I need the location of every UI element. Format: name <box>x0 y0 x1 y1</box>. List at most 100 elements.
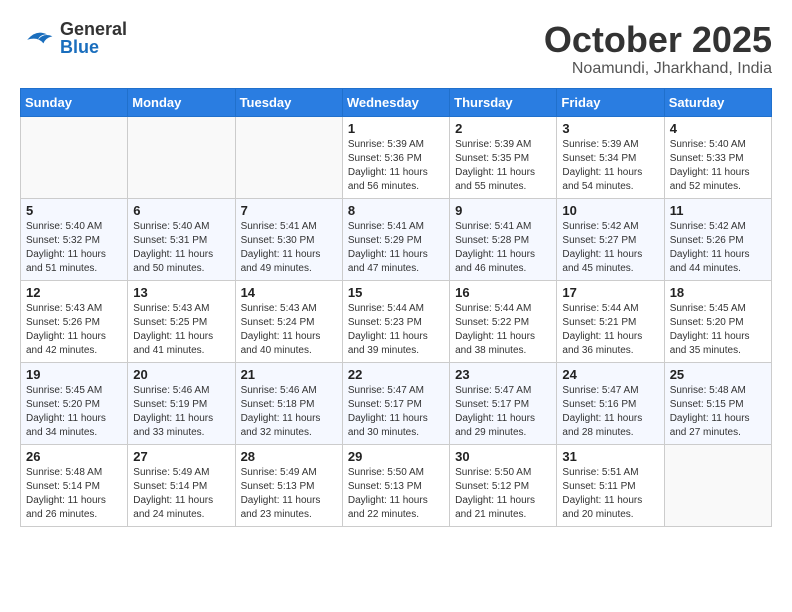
calendar-cell: 4 Sunrise: 5:40 AMSunset: 5:33 PMDaylight… <box>664 116 771 198</box>
day-info: Sunrise: 5:49 AMSunset: 5:14 PMDaylight:… <box>133 466 229 522</box>
logo-blue-text: Blue <box>60 38 127 56</box>
day-number: 28 <box>241 449 337 464</box>
day-number: 7 <box>241 203 337 218</box>
day-info: Sunrise: 5:48 AMSunset: 5:14 PMDaylight:… <box>26 466 122 522</box>
day-info: Sunrise: 5:47 AMSunset: 5:16 PMDaylight:… <box>562 384 658 440</box>
calendar-cell: 18Sunrise: 5:45 AMSunset: 5:20 PMDayligh… <box>664 280 771 362</box>
weekday-header-tuesday: Tuesday <box>235 88 342 116</box>
day-number: 31 <box>562 449 658 464</box>
day-info: Sunrise: 5:45 AMSunset: 5:20 PMDaylight:… <box>670 302 766 358</box>
day-info: Sunrise: 5:42 AMSunset: 5:26 PMDaylight:… <box>670 220 766 276</box>
day-number: 30 <box>455 449 551 464</box>
day-info: Sunrise: 5:50 AMSunset: 5:12 PMDaylight:… <box>455 466 551 522</box>
day-info: Sunrise: 5:50 AMSunset: 5:13 PMDaylight:… <box>348 466 444 522</box>
day-number: 1 <box>348 121 444 136</box>
day-info: Sunrise: 5:47 AMSunset: 5:17 PMDaylight:… <box>455 384 551 440</box>
calendar-cell: 8 Sunrise: 5:41 AMSunset: 5:29 PMDaylight… <box>342 198 449 280</box>
calendar-cell: 5 Sunrise: 5:40 AMSunset: 5:32 PMDaylight… <box>21 198 128 280</box>
calendar-cell: 21 Sunrise: 5:46 AMSunset: 5:18 PMDayligh… <box>235 362 342 444</box>
calendar-cell: 26 Sunrise: 5:48 AMSunset: 5:14 PMDayligh… <box>21 444 128 526</box>
calendar-cell: 1Sunrise: 5:39 AMSunset: 5:36 PMDaylight… <box>342 116 449 198</box>
day-info: Sunrise: 5:40 AMSunset: 5:33 PMDaylight:… <box>670 138 766 194</box>
day-info: Sunrise: 5:40 AMSunset: 5:32 PMDaylight:… <box>26 220 122 276</box>
calendar-cell: 11 Sunrise: 5:42 AMSunset: 5:26 PMDayligh… <box>664 198 771 280</box>
weekday-header-row: SundayMondayTuesdayWednesdayThursdayFrid… <box>21 88 772 116</box>
day-number: 13 <box>133 285 229 300</box>
day-info: Sunrise: 5:45 AMSunset: 5:20 PMDaylight:… <box>26 384 122 440</box>
logo: General Blue <box>20 20 127 56</box>
day-number: 6 <box>133 203 229 218</box>
calendar-week-4: 19 Sunrise: 5:45 AMSunset: 5:20 PMDayligh… <box>21 362 772 444</box>
calendar-header: SundayMondayTuesdayWednesdayThursdayFrid… <box>21 88 772 116</box>
day-info: Sunrise: 5:43 AMSunset: 5:26 PMDaylight:… <box>26 302 122 358</box>
calendar-cell <box>235 116 342 198</box>
day-number: 4 <box>670 121 766 136</box>
calendar-body: 1Sunrise: 5:39 AMSunset: 5:36 PMDaylight… <box>21 116 772 526</box>
day-info: Sunrise: 5:41 AMSunset: 5:29 PMDaylight:… <box>348 220 444 276</box>
calendar-week-3: 12 Sunrise: 5:43 AMSunset: 5:26 PMDayligh… <box>21 280 772 362</box>
calendar-cell: 24 Sunrise: 5:47 AMSunset: 5:16 PMDayligh… <box>557 362 664 444</box>
day-number: 3 <box>562 121 658 136</box>
day-number: 15 <box>348 285 444 300</box>
calendar-cell: 6Sunrise: 5:40 AMSunset: 5:31 PMDaylight… <box>128 198 235 280</box>
day-info: Sunrise: 5:44 AMSunset: 5:21 PMDaylight:… <box>562 302 658 358</box>
calendar-cell: 25Sunrise: 5:48 AMSunset: 5:15 PMDayligh… <box>664 362 771 444</box>
calendar-cell <box>21 116 128 198</box>
day-number: 22 <box>348 367 444 382</box>
calendar-week-5: 26 Sunrise: 5:48 AMSunset: 5:14 PMDayligh… <box>21 444 772 526</box>
calendar-cell: 19 Sunrise: 5:45 AMSunset: 5:20 PMDayligh… <box>21 362 128 444</box>
calendar-table: SundayMondayTuesdayWednesdayThursdayFrid… <box>20 88 772 527</box>
day-number: 29 <box>348 449 444 464</box>
calendar-cell: 13 Sunrise: 5:43 AMSunset: 5:25 PMDayligh… <box>128 280 235 362</box>
day-info: Sunrise: 5:44 AMSunset: 5:22 PMDaylight:… <box>455 302 551 358</box>
day-number: 19 <box>26 367 122 382</box>
day-number: 16 <box>455 285 551 300</box>
calendar-cell: 22 Sunrise: 5:47 AMSunset: 5:17 PMDayligh… <box>342 362 449 444</box>
calendar-cell: 16 Sunrise: 5:44 AMSunset: 5:22 PMDayligh… <box>450 280 557 362</box>
calendar-cell: 7 Sunrise: 5:41 AMSunset: 5:30 PMDaylight… <box>235 198 342 280</box>
calendar-cell: 17Sunrise: 5:44 AMSunset: 5:21 PMDayligh… <box>557 280 664 362</box>
day-info: Sunrise: 5:49 AMSunset: 5:13 PMDaylight:… <box>241 466 337 522</box>
day-info: Sunrise: 5:39 AMSunset: 5:35 PMDaylight:… <box>455 138 551 194</box>
calendar-cell: 29 Sunrise: 5:50 AMSunset: 5:13 PMDayligh… <box>342 444 449 526</box>
day-info: Sunrise: 5:46 AMSunset: 5:18 PMDaylight:… <box>241 384 337 440</box>
day-info: Sunrise: 5:47 AMSunset: 5:17 PMDaylight:… <box>348 384 444 440</box>
calendar-cell: 31 Sunrise: 5:51 AMSunset: 5:11 PMDayligh… <box>557 444 664 526</box>
day-info: Sunrise: 5:48 AMSunset: 5:15 PMDaylight:… <box>670 384 766 440</box>
calendar-cell: 12 Sunrise: 5:43 AMSunset: 5:26 PMDayligh… <box>21 280 128 362</box>
calendar-week-2: 5 Sunrise: 5:40 AMSunset: 5:32 PMDaylight… <box>21 198 772 280</box>
calendar-cell <box>664 444 771 526</box>
day-number: 8 <box>348 203 444 218</box>
day-number: 5 <box>26 203 122 218</box>
day-number: 27 <box>133 449 229 464</box>
day-number: 26 <box>26 449 122 464</box>
calendar-cell: 3Sunrise: 5:39 AMSunset: 5:34 PMDaylight… <box>557 116 664 198</box>
weekday-header-monday: Monday <box>128 88 235 116</box>
day-info: Sunrise: 5:44 AMSunset: 5:23 PMDaylight:… <box>348 302 444 358</box>
day-info: Sunrise: 5:51 AMSunset: 5:11 PMDaylight:… <box>562 466 658 522</box>
day-number: 2 <box>455 121 551 136</box>
day-number: 11 <box>670 203 766 218</box>
logo-icon <box>20 20 56 56</box>
calendar-cell: 10Sunrise: 5:42 AMSunset: 5:27 PMDayligh… <box>557 198 664 280</box>
day-number: 10 <box>562 203 658 218</box>
page-header: General Blue October 2025 Noamundi, Jhar… <box>20 20 772 78</box>
day-info: Sunrise: 5:43 AMSunset: 5:24 PMDaylight:… <box>241 302 337 358</box>
weekday-header-saturday: Saturday <box>664 88 771 116</box>
month-title: October 2025 <box>544 20 772 60</box>
day-number: 21 <box>241 367 337 382</box>
calendar-week-1: 1Sunrise: 5:39 AMSunset: 5:36 PMDaylight… <box>21 116 772 198</box>
day-number: 9 <box>455 203 551 218</box>
day-info: Sunrise: 5:43 AMSunset: 5:25 PMDaylight:… <box>133 302 229 358</box>
day-number: 23 <box>455 367 551 382</box>
weekday-header-friday: Friday <box>557 88 664 116</box>
calendar-cell: 28 Sunrise: 5:49 AMSunset: 5:13 PMDayligh… <box>235 444 342 526</box>
location-title: Noamundi, Jharkhand, India <box>544 60 772 78</box>
weekday-header-wednesday: Wednesday <box>342 88 449 116</box>
day-info: Sunrise: 5:41 AMSunset: 5:28 PMDaylight:… <box>455 220 551 276</box>
day-number: 24 <box>562 367 658 382</box>
day-number: 14 <box>241 285 337 300</box>
title-block: October 2025 Noamundi, Jharkhand, India <box>544 20 772 78</box>
day-info: Sunrise: 5:41 AMSunset: 5:30 PMDaylight:… <box>241 220 337 276</box>
day-number: 12 <box>26 285 122 300</box>
